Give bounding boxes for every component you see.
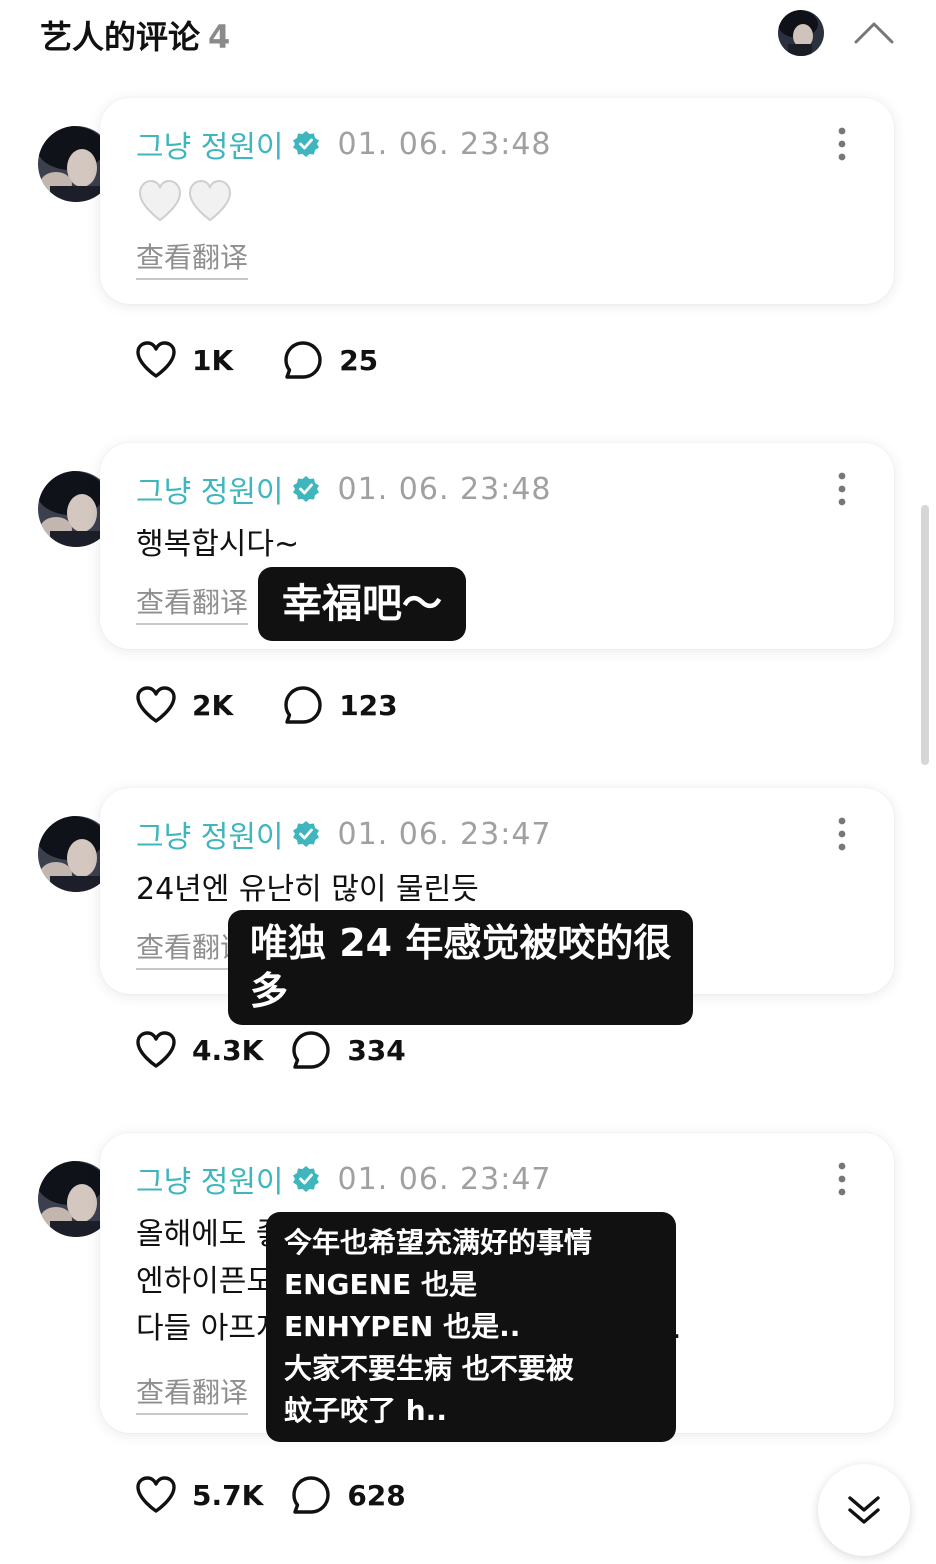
reply-count: 123 (339, 688, 398, 722)
section-title-text: 艺人的评论 (40, 18, 201, 56)
white-heart-icon (138, 179, 232, 222)
caption-line: 幸福吧～ (282, 581, 442, 627)
caption-line: ENHYPEN 也是.. (284, 1310, 521, 1343)
comment-time: 01. 06. 23:47 (337, 1161, 552, 1197)
author-name[interactable]: 그냥 정원이 (136, 122, 284, 166)
caption-overlay: 今年也希望充满好的事情 ENGENE 也是 ENHYPEN 也是.. 大家不要生… (266, 1212, 676, 1442)
see-translation-link[interactable]: 查看翻译 (136, 1375, 249, 1415)
reply-bubble-icon[interactable] (281, 683, 325, 727)
verified-badge-icon (292, 131, 319, 157)
comment-actions: 5.7K 628 (134, 1473, 406, 1517)
like-count: 2K (192, 688, 234, 722)
comment-text-line: 24년엔 유난히 많이 물린듯 (136, 872, 479, 907)
reply-bubble-icon[interactable] (289, 1028, 333, 1072)
author-name[interactable]: 그냥 정원이 (136, 467, 284, 511)
author-name[interactable]: 그냥 정원이 (136, 1157, 284, 1201)
reply-bubble-icon[interactable] (281, 338, 325, 382)
double-chevron-down-icon (848, 1496, 880, 1524)
comment-header: 그냥 정원이 01. 06. 23:48 (136, 467, 552, 511)
verified-badge-icon (292, 476, 319, 502)
like-count: 4.3K (192, 1033, 264, 1067)
collapse-chevron-icon[interactable] (852, 18, 896, 48)
author-name[interactable]: 그냥 정원이 (136, 812, 284, 856)
section-title: 艺人的评论 4 (40, 12, 230, 58)
comment-actions: 1K 25 (134, 338, 378, 382)
reply-bubble-icon[interactable] (289, 1473, 333, 1517)
comment-time: 01. 06. 23:48 (337, 126, 552, 162)
more-options-icon[interactable] (834, 816, 850, 852)
scrollbar[interactable] (921, 505, 929, 765)
reply-count: 628 (347, 1478, 406, 1512)
more-options-icon[interactable] (834, 1161, 850, 1197)
caption-overlay: 唯独 24 年感觉被咬的很 多 (228, 910, 694, 1025)
reply-count: 25 (339, 343, 379, 377)
more-options-icon[interactable] (834, 126, 850, 162)
caption-line: ENGENE 也是 (284, 1268, 477, 1301)
comment-time: 01. 06. 23:48 (337, 471, 552, 507)
like-count: 1K (192, 343, 234, 377)
scroll-down-button[interactable] (818, 1464, 910, 1556)
caption-line: 多 (250, 968, 289, 1013)
caption-line: 今年也希望充满好的事情 (284, 1226, 593, 1259)
comment-text: 행복합시다~ (136, 521, 299, 568)
like-count: 5.7K (192, 1478, 264, 1512)
heart-icon[interactable] (134, 1473, 178, 1517)
comment-card: 그냥 정원이 01. 06. 23:48 행복합시다~ 查看翻译 (100, 443, 894, 649)
comment-text: 24년엔 유난히 많이 물린듯 (136, 866, 479, 913)
avatar[interactable] (778, 10, 824, 56)
comment-header: 그냥 정원이 01. 06. 23:47 (136, 812, 552, 856)
comment-time: 01. 06. 23:47 (337, 816, 552, 852)
emoji-content (136, 178, 236, 226)
caption-overlay: 幸福吧～ (258, 567, 466, 641)
heart-icon[interactable] (134, 683, 178, 727)
caption-line: 唯独 24 年感觉被咬的很 (250, 921, 672, 965)
comment-actions: 4.3K 334 (134, 1028, 406, 1072)
comment-header: 그냥 정원이 01. 06. 23:47 (136, 1157, 552, 1201)
heart-icon[interactable] (134, 1028, 178, 1072)
comment-header: 그냥 정원이 01. 06. 23:48 (136, 122, 552, 166)
heart-icon[interactable] (134, 338, 178, 382)
see-translation-link[interactable]: 查看翻译 (136, 585, 249, 625)
more-options-icon[interactable] (834, 471, 850, 507)
caption-line: 蚊子咬了 h.. (284, 1394, 447, 1427)
see-translation-link[interactable]: 查看翻译 (136, 240, 249, 280)
verified-badge-icon (292, 821, 319, 847)
comment-text-line: 행복합시다~ (136, 527, 300, 562)
comment-card: 그냥 정원이 01. 06. 23:48 查看翻译 (100, 98, 894, 304)
comment-count: 4 (208, 18, 231, 56)
reply-count: 334 (347, 1033, 406, 1067)
verified-badge-icon (292, 1166, 319, 1192)
caption-line: 大家不要生病 也不要被 (284, 1352, 574, 1385)
comment-actions: 2K 123 (134, 683, 398, 727)
